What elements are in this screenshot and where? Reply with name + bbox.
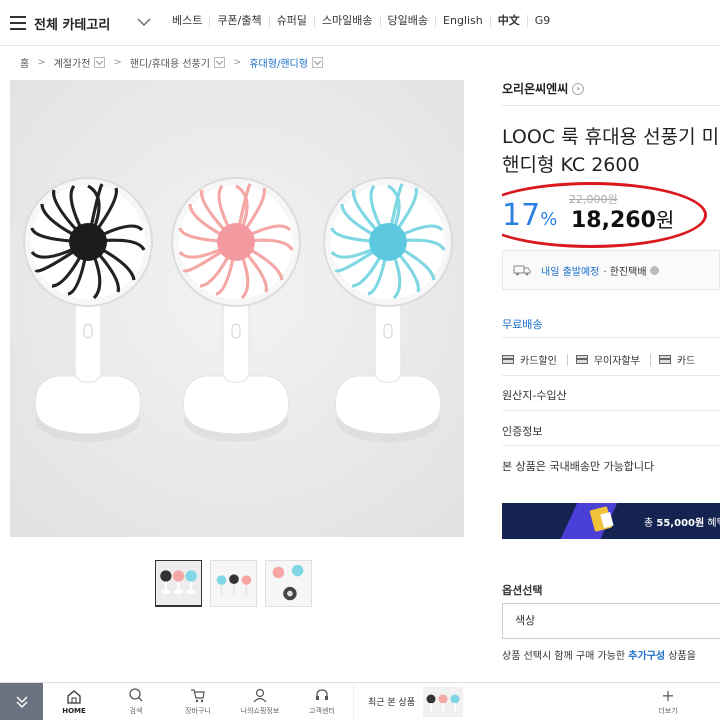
chevron-right-icon: > bbox=[113, 57, 122, 68]
product-info-panel: 오리온씨엔씨 › LOOC 룩 휴대용 선풍기 미 핸디형 KC 2600 22… bbox=[502, 74, 720, 674]
cart-icon bbox=[191, 688, 205, 702]
search-icon bbox=[129, 687, 143, 701]
fan-thumbnail-icon bbox=[266, 561, 311, 606]
domestic-shipping-note: 본 상품은 국내배송만 가능합니다 bbox=[502, 460, 655, 473]
divider bbox=[566, 353, 568, 366]
divider bbox=[502, 375, 720, 376]
origin-info: 원산지-수입산 bbox=[502, 389, 567, 402]
search-button[interactable]: 검색 bbox=[105, 683, 167, 720]
divider bbox=[649, 353, 651, 366]
option-select-label: 옵션선택 bbox=[502, 584, 543, 597]
shipping-info: 내일 출발예정 · 한진택배 bbox=[502, 250, 720, 290]
menu-icon bbox=[10, 16, 26, 30]
interest-free-installment[interactable]: 무이자할부 bbox=[575, 352, 640, 367]
divider bbox=[502, 445, 720, 446]
thumbnail-list bbox=[155, 560, 312, 607]
home-button[interactable]: HOME bbox=[43, 683, 105, 720]
card-icon bbox=[502, 355, 514, 364]
free-shipping-label[interactable]: 무료배송 bbox=[502, 316, 542, 332]
card-discount[interactable]: 카드할인 bbox=[502, 352, 557, 367]
thumbnail-2[interactable] bbox=[210, 560, 257, 607]
breadcrumb-home[interactable]: 홈 bbox=[20, 55, 29, 70]
brand-name: 오리온씨엔씨 bbox=[502, 82, 569, 96]
chevron-down-icon[interactable] bbox=[136, 14, 152, 30]
brand-link[interactable]: 오리온씨엔씨 › bbox=[502, 80, 585, 97]
all-category-label: 전체 카테고리 bbox=[34, 17, 111, 33]
nav-english[interactable]: English bbox=[435, 15, 490, 27]
delivery-carrier: · 한진택배 bbox=[603, 266, 647, 278]
breadcrumb-item[interactable]: 핸디/휴대용 선풍기 bbox=[130, 55, 225, 70]
recently-viewed[interactable]: 최근 본 상품 bbox=[353, 683, 483, 720]
delivery-eta[interactable]: 내일 출발예정 bbox=[541, 263, 599, 278]
more-button[interactable]: + 더보기 bbox=[648, 683, 688, 720]
nav-same-day[interactable]: 당일배송 bbox=[379, 15, 435, 27]
top-nav: 베스트 쿠폰/출첵 슈퍼딜 스마일배송 당일배송 English 中文 G9 bbox=[172, 15, 557, 27]
double-chevron-down-icon bbox=[15, 696, 28, 709]
card-icon bbox=[575, 355, 588, 364]
breadcrumb-item-current[interactable]: 휴대형/핸디형 bbox=[249, 55, 323, 70]
card-option[interactable]: 카드 bbox=[658, 352, 695, 367]
benefit-text: 총 55,000원 혜택 bbox=[644, 518, 720, 529]
divider bbox=[502, 105, 720, 106]
handy-fans-illustration bbox=[10, 80, 464, 537]
chevron-right-icon: > bbox=[232, 57, 242, 68]
certification-info[interactable]: 인증정보 bbox=[502, 423, 542, 439]
my-shopping-button[interactable]: 나의쇼핑정보 bbox=[229, 683, 291, 720]
nav-chinese[interactable]: 中文 bbox=[489, 15, 527, 27]
nav-superdeal[interactable]: 슈퍼딜 bbox=[268, 15, 314, 27]
headset-icon bbox=[316, 688, 328, 700]
collapse-button[interactable] bbox=[0, 683, 43, 720]
customer-center-button[interactable]: 고객센터 bbox=[291, 683, 353, 720]
divider bbox=[502, 337, 720, 338]
home-icon bbox=[67, 689, 81, 704]
truck-icon bbox=[513, 265, 531, 276]
option-note: 상품 선택시 함께 구매 가능한 추가구성 상품을 bbox=[502, 651, 696, 662]
dropdown-icon[interactable] bbox=[94, 57, 106, 68]
cart-button[interactable]: 장바구니 bbox=[167, 683, 229, 720]
dropdown-icon[interactable] bbox=[311, 57, 323, 68]
bottom-quick-bar: HOME 검색 장바구니 나의쇼핑정보 고객센터 최근 본 상품 + 더보기 bbox=[0, 682, 720, 720]
all-category-button[interactable]: 전체 카테고리 bbox=[10, 10, 110, 36]
breadcrumb-item[interactable]: 계절가전 bbox=[54, 55, 106, 70]
plus-icon: + bbox=[661, 685, 675, 705]
payment-options: 카드할인 무이자할부 카드 bbox=[502, 352, 705, 367]
card-icon bbox=[658, 355, 671, 364]
additional-items-link[interactable]: 추가구성 bbox=[628, 651, 665, 662]
breadcrumb: 홈 > 계절가전 > 핸디/휴대용 선풍기 > 휴대형/핸디형 bbox=[20, 55, 323, 70]
info-icon[interactable] bbox=[649, 265, 659, 275]
recent-product-thumbnail[interactable] bbox=[423, 686, 464, 717]
discount-rate: 17% bbox=[502, 198, 558, 233]
nav-coupon[interactable]: 쿠폰/출첵 bbox=[209, 15, 268, 27]
chevron-right-icon: > bbox=[37, 57, 46, 68]
thumbnail-1[interactable] bbox=[155, 560, 202, 607]
benefit-banner[interactable]: 총 55,000원 혜택 bbox=[502, 503, 720, 539]
user-icon bbox=[253, 688, 267, 702]
product-main-image[interactable] bbox=[10, 80, 464, 537]
nav-smile-delivery[interactable]: 스마일배송 bbox=[313, 15, 380, 27]
dropdown-icon[interactable] bbox=[213, 57, 225, 68]
product-title: LOOC 룩 휴대용 선풍기 미 핸디형 KC 2600 bbox=[502, 126, 720, 176]
nav-g9[interactable]: G9 bbox=[526, 15, 558, 27]
fan-thumbnail-icon bbox=[156, 561, 201, 605]
divider bbox=[502, 410, 720, 411]
top-bar: 전체 카테고리 베스트 쿠폰/출첵 슈퍼딜 스마일배송 당일배송 English… bbox=[0, 0, 720, 46]
sale-price: 18,260원 bbox=[571, 208, 675, 233]
color-option-select[interactable]: 색상 bbox=[502, 603, 720, 639]
nav-best[interactable]: 베스트 bbox=[172, 15, 209, 27]
fan-thumbnail-icon bbox=[211, 561, 256, 606]
thumbnail-3[interactable] bbox=[265, 560, 312, 607]
chevron-right-icon: › bbox=[572, 82, 585, 95]
